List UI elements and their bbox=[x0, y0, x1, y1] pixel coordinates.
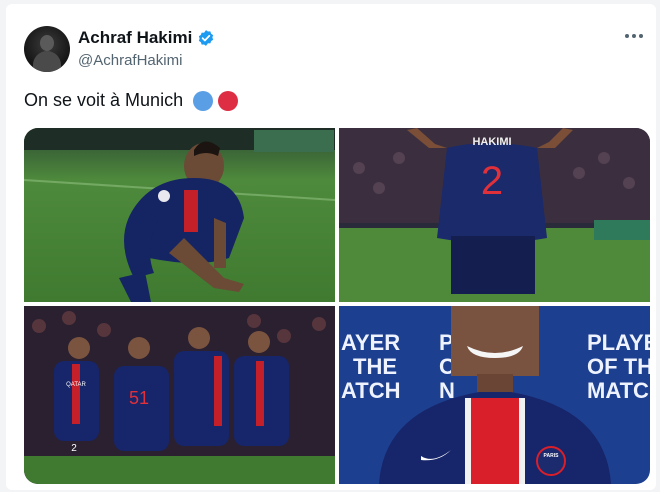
photo-4-badge-label: PARIS bbox=[544, 453, 560, 459]
photo-1-image bbox=[24, 128, 335, 302]
author-avatar[interactable] bbox=[24, 26, 70, 72]
tweet-card: Achraf Hakimi @AchrafHakimi On se voit à… bbox=[6, 4, 656, 490]
photo-4[interactable]: AYER THE ATCH P O N PLAYER OF THE MATCH bbox=[339, 306, 650, 484]
photo-4-image: AYER THE ATCH P O N PLAYER OF THE MATCH bbox=[339, 306, 650, 484]
photo-2[interactable]: HAKIMI 2 bbox=[339, 128, 650, 302]
photo-2-shirt-number: 2 bbox=[481, 159, 503, 203]
backdrop-left-line-1: AYER bbox=[341, 330, 400, 355]
backdrop-right-line-3: MATCH bbox=[587, 378, 650, 403]
backdrop-left-line-3: ATCH bbox=[341, 378, 400, 403]
photo-3-shirt-number-1: 2 bbox=[71, 443, 77, 454]
photo-3-image: 51 QATAR 2 bbox=[24, 306, 335, 484]
blue-circle-emoji-icon bbox=[193, 90, 214, 111]
red-circle-emoji-icon bbox=[218, 90, 239, 111]
avatar-head bbox=[40, 35, 54, 51]
more-options-icon[interactable] bbox=[622, 28, 646, 44]
photo-2-shirt-name: HAKIMI bbox=[472, 136, 511, 148]
photo-1[interactable] bbox=[24, 128, 335, 302]
author-name-row: Achraf Hakimi bbox=[78, 28, 215, 48]
photo-2-image: HAKIMI 2 bbox=[339, 128, 650, 302]
backdrop-right-line-1: PLAYER bbox=[587, 330, 650, 355]
tweet-text: On se voit à Munich bbox=[24, 90, 184, 110]
avatar-body bbox=[33, 51, 61, 72]
photo-3-sponsor-label: QATAR bbox=[66, 382, 86, 388]
backdrop-left-line-2: THE bbox=[353, 354, 397, 379]
verified-badge-icon bbox=[199, 30, 214, 46]
photo-3-shirt-number-2: 51 bbox=[129, 388, 149, 408]
photo-3[interactable]: 51 QATAR 2 bbox=[24, 306, 335, 484]
author-handle[interactable]: @AchrafHakimi bbox=[78, 52, 182, 69]
media-grid: HAKIMI 2 51 QATAR 2 AYER THE ATCH P O N … bbox=[24, 128, 650, 484]
author-name[interactable]: Achraf Hakimi bbox=[78, 28, 192, 48]
tweet-text-row: On se voit à Munich bbox=[24, 90, 239, 111]
backdrop-right-line-2: OF THE bbox=[587, 354, 650, 379]
